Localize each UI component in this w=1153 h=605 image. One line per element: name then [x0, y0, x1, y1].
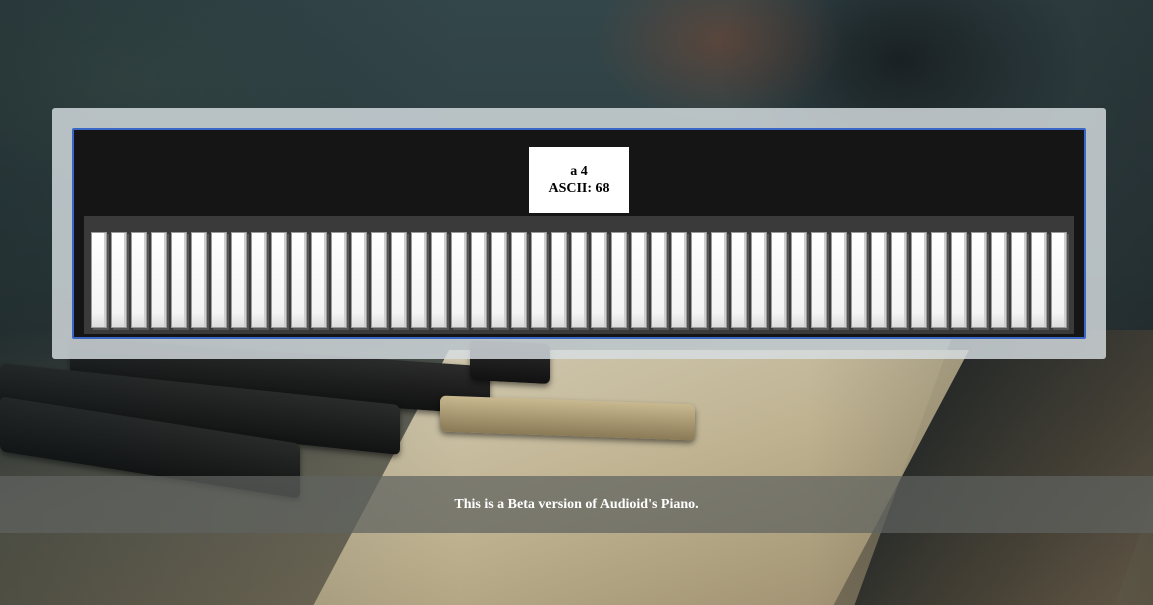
piano-white-key[interactable]	[531, 232, 547, 328]
piano-white-key[interactable]	[191, 232, 207, 328]
piano-white-key[interactable]	[671, 232, 687, 328]
piano-white-key[interactable]	[931, 232, 947, 328]
piano-white-key[interactable]	[911, 232, 927, 328]
beta-banner-text: This is a Beta version of Audioid's Pian…	[454, 496, 699, 512]
piano-white-key[interactable]	[951, 232, 967, 328]
piano-white-key[interactable]	[611, 232, 627, 328]
piano-white-key[interactable]	[491, 232, 507, 328]
piano-white-key[interactable]	[651, 232, 667, 328]
piano-white-key[interactable]	[991, 232, 1007, 328]
piano-white-key[interactable]	[1051, 232, 1067, 328]
piano-white-key[interactable]	[351, 232, 367, 328]
piano-white-key[interactable]	[771, 232, 787, 328]
piano-frame: a 4 ASCII: 68	[72, 128, 1086, 339]
piano-white-key[interactable]	[871, 232, 887, 328]
piano-white-key[interactable]	[971, 232, 987, 328]
piano-white-key[interactable]	[511, 232, 527, 328]
piano-white-key[interactable]	[1031, 232, 1047, 328]
piano-white-key[interactable]	[691, 232, 707, 328]
piano-white-key[interactable]	[731, 232, 747, 328]
beta-banner: This is a Beta version of Audioid's Pian…	[0, 476, 1153, 533]
note-display: a 4 ASCII: 68	[529, 147, 629, 213]
piano-white-key[interactable]	[791, 232, 807, 328]
piano-white-key[interactable]	[171, 232, 187, 328]
piano-white-key[interactable]	[311, 232, 327, 328]
piano-white-key[interactable]	[371, 232, 387, 328]
piano-white-key[interactable]	[211, 232, 227, 328]
piano-white-key[interactable]	[1011, 232, 1027, 328]
piano-white-key[interactable]	[811, 232, 827, 328]
note-label: a 4	[570, 164, 588, 179]
piano-white-key[interactable]	[711, 232, 727, 328]
piano-white-key[interactable]	[391, 232, 407, 328]
piano-white-key[interactable]	[111, 232, 127, 328]
piano-white-key[interactable]	[551, 232, 567, 328]
piano-white-key[interactable]	[471, 232, 487, 328]
ascii-label: ASCII: 68	[548, 181, 610, 196]
piano-white-key[interactable]	[631, 232, 647, 328]
piano-white-key[interactable]	[451, 232, 467, 328]
piano-white-key[interactable]	[891, 232, 907, 328]
piano-white-key[interactable]	[251, 232, 267, 328]
piano-white-key[interactable]	[231, 232, 247, 328]
piano-white-key[interactable]	[431, 232, 447, 328]
piano-white-key[interactable]	[131, 232, 147, 328]
piano-white-key[interactable]	[831, 232, 847, 328]
piano-white-key[interactable]	[331, 232, 347, 328]
piano-panel: a 4 ASCII: 68	[52, 108, 1106, 359]
piano-white-key[interactable]	[591, 232, 607, 328]
piano-keybed	[84, 216, 1074, 334]
piano-white-key[interactable]	[851, 232, 867, 328]
piano-keys	[91, 232, 1071, 332]
piano-white-key[interactable]	[751, 232, 767, 328]
piano-white-key[interactable]	[151, 232, 167, 328]
piano-white-key[interactable]	[411, 232, 427, 328]
piano-white-key[interactable]	[291, 232, 307, 328]
piano-white-key[interactable]	[271, 232, 287, 328]
piano-white-key[interactable]	[91, 232, 107, 328]
piano-white-key[interactable]	[571, 232, 587, 328]
